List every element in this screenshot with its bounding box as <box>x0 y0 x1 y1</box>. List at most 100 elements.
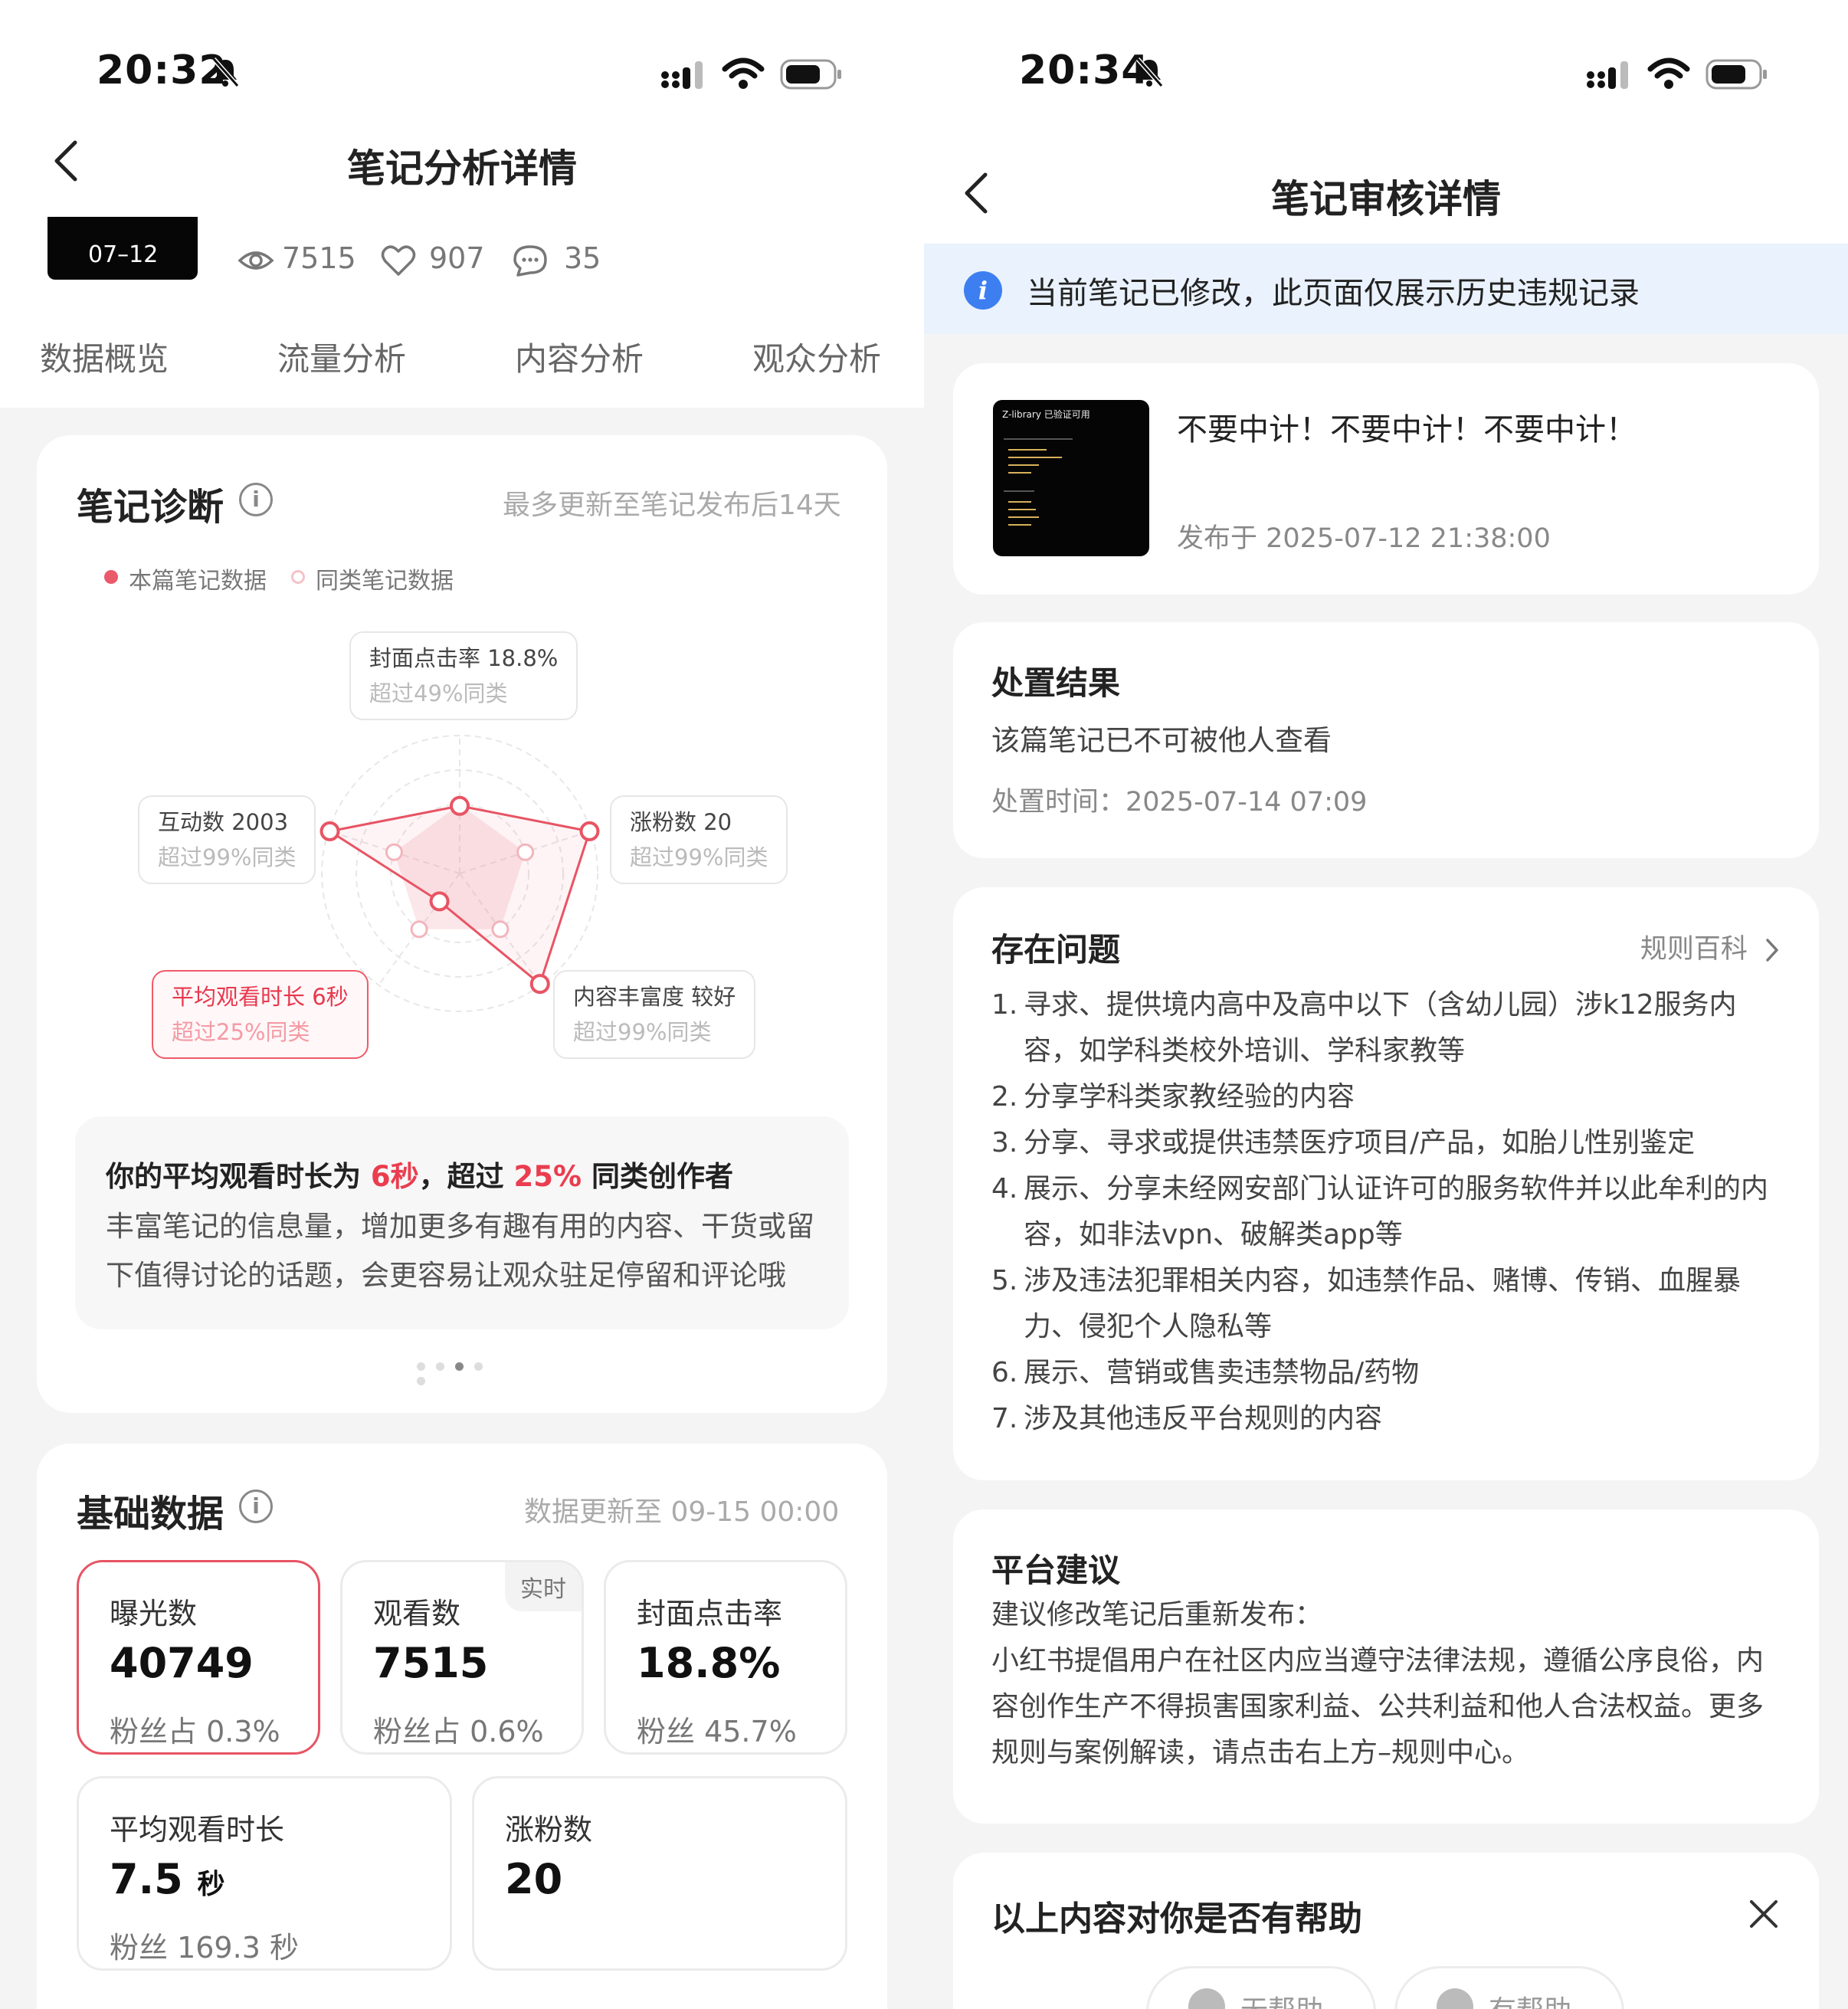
tab-content-analysis[interactable]: 内容分析 <box>515 333 644 380</box>
info-icon: i <box>964 271 1002 310</box>
chevron-right-icon <box>1766 939 1778 962</box>
radar-point-peer <box>410 920 428 939</box>
tab-audience-analysis[interactable]: 观众分析 <box>752 333 881 380</box>
radar-point-peer <box>516 843 535 861</box>
eye-icon <box>238 251 274 270</box>
issue-item: 4. 展示、分享未经网安部门认证许可的服务软件并以此牟利的内容，如非法vpn、破解… <box>991 1173 1769 1250</box>
radar-point-this-note <box>529 974 550 995</box>
note-review-screen: 20:34 笔记审核详情 i 当前笔记已修改，此页面仅展示历史违规记录 Z-li… <box>924 0 1848 2009</box>
issue-item: 1. 寻求、提供境内高中及高中以下（含幼儿园）涉k12服务内容，如学科类校外培训、… <box>991 989 1737 1067</box>
cellular-signal-icon <box>1587 61 1628 89</box>
note-thumbnail-date: 07–12 <box>88 241 159 268</box>
diagnosis-summary-body: 丰富笔记的信息量，增加更多有趣有用的内容、干货或留下值得讨论的话题，会更容易让观… <box>106 1210 814 1292</box>
comments-count: 35 <box>564 241 601 275</box>
radar-label-interactions: 互动数 2003 超过99%同类 <box>138 795 316 884</box>
result-text: 该篇笔记已不可被他人查看 <box>991 724 1332 757</box>
wifi-icon <box>722 57 765 89</box>
radar-point-this-note <box>429 891 450 912</box>
tab-data-overview[interactable]: 数据概览 <box>40 333 169 380</box>
page-title: 笔记分析详情 <box>347 146 577 191</box>
carousel-dot[interactable] <box>455 1362 464 1371</box>
battery-icon <box>1705 59 1767 90</box>
wifi-icon <box>1647 57 1690 89</box>
carousel-dot[interactable] <box>417 1377 425 1385</box>
tab-traffic-analysis[interactable]: 流量分析 <box>277 333 406 380</box>
radar-point-this-note <box>319 821 340 841</box>
advice-title: 平台建议 <box>991 1552 1121 1589</box>
carousel-dot[interactable] <box>417 1362 425 1371</box>
issue-item: 2. 分享学科类家教经验的内容 <box>991 1081 1355 1113</box>
likes-count: 907 <box>429 241 485 275</box>
note-thumbnail: Z-library 已验证可用 <box>993 400 1149 556</box>
page-title: 笔记审核详情 <box>1271 177 1501 221</box>
close-icon[interactable] <box>1748 1899 1779 1929</box>
diagnosis-summary: 你的平均观看时长为 6秒，超过 25% 同类创作者 丰富笔记的信息量，增加更多有… <box>75 1116 849 1329</box>
banner-text: 当前笔记已修改，此页面仅展示历史违规记录 <box>1027 276 1640 311</box>
metric-views[interactable]: 实时 观看数 7515 粉丝占 0.6% <box>340 1560 584 1755</box>
carousel-dot[interactable] <box>474 1362 483 1371</box>
legend-peer-notes: 同类笔记数据 <box>316 568 454 595</box>
basic-data-update-note: 数据更新至 09-15 00:00 <box>524 1496 840 1528</box>
status-time: 20:32 <box>97 48 228 93</box>
radar-label-followers: 涨粉数 20 超过99%同类 <box>610 795 788 884</box>
metric-avg-watch-time[interactable]: 平均观看时长 7.5 秒 粉丝 169.3 秒 <box>77 1776 452 1971</box>
advice-body: 小红书提倡用户在社区内应当遵守法律法规，遵循公序良俗，内容创作生产不得损害国家利… <box>991 1645 1764 1768</box>
status-time: 20:34 <box>1019 48 1150 93</box>
feedback-title: 以上内容对你是否有帮助 <box>991 1899 1362 1939</box>
radar-point-this-note <box>579 821 600 841</box>
result-title: 处置结果 <box>991 664 1121 702</box>
sad-face-icon <box>1188 1988 1225 2009</box>
carousel-dots[interactable] <box>417 1359 509 1385</box>
info-icon[interactable]: i <box>239 1490 273 1523</box>
diagnosis-update-note: 最多更新至笔记发布后14天 <box>503 490 841 521</box>
smile-face-icon <box>1437 1988 1473 2009</box>
radar-point-peer <box>491 920 510 939</box>
issue-item: 3. 分享、寻求或提供违禁医疗项目/产品，如胎儿性别鉴定 <box>991 1127 1696 1159</box>
issue-item: 5. 涉及违法犯罪相关内容，如违禁作品、赌博、传销、血腥暴力、侵犯个人隐私等 <box>991 1265 1742 1342</box>
issues-card: 存在问题 规则百科 1. 寻求、提供境内高中及高中以下（含幼儿园）涉k12服务内容… <box>953 887 1819 1480</box>
radar-point-this-note <box>450 795 470 816</box>
realtime-badge: 实时 <box>505 1562 582 1611</box>
metric-new-followers[interactable]: 涨粉数 20 <box>472 1776 847 1971</box>
advice-text: 建议修改笔记后重新发布： 小红书提倡用户在社区内应当遵守法律法规，遵循公序良俗，… <box>991 1592 1788 1776</box>
feedback-card: 以上内容对你是否有帮助 <box>953 1853 1819 2009</box>
views-count: 7515 <box>282 241 356 275</box>
not-helpful-button[interactable]: 无帮助 <box>1146 1966 1376 2009</box>
issue-item: 6. 展示、营销或售卖违禁物品/药物 <box>991 1357 1420 1388</box>
helpful-button[interactable]: 有帮助 <box>1394 1966 1624 2009</box>
advice-card: 平台建议 建议修改笔记后重新发布： 小红书提倡用户在社区内应当遵守法律法规，遵循… <box>953 1509 1819 1824</box>
status-bar: 20:32 <box>0 0 924 115</box>
radar-series-this-note <box>326 805 591 986</box>
advice-lead: 建议修改笔记后重新发布： <box>991 1599 1323 1630</box>
radar-point-peer <box>385 843 403 861</box>
diagnosis-summary-headline: 你的平均观看时长为 6秒，超过 25% 同类创作者 <box>106 1160 733 1193</box>
issues-title: 存在问题 <box>991 931 1121 968</box>
issue-item: 7. 涉及其他违反平台规则的内容 <box>991 1403 1383 1434</box>
note-card[interactable]: Z-library 已验证可用 不要中计！不要中计！不要中计！ 发布于 2025… <box>953 363 1819 595</box>
metric-cover-ctr[interactable]: 封面点击率 18.8% 粉丝 45.7% <box>604 1560 847 1755</box>
note-thumbnail-text: Z-library 已验证可用 <box>1002 409 1090 420</box>
legend-peer-dot <box>291 570 305 584</box>
comment-bubble-icon <box>513 245 547 277</box>
radar-label-content-richness: 内容丰富度 较好 超过99%同类 <box>553 970 756 1059</box>
result-time: 处置时间：2025-07-14 07:09 <box>991 787 1368 818</box>
cellular-signal-icon <box>661 61 703 89</box>
mute-bell-icon <box>211 57 240 87</box>
basic-data-title: 基础数据 <box>77 1493 224 1535</box>
history-notice-banner: i 当前笔记已修改，此页面仅展示历史违规记录 <box>924 244 1848 334</box>
status-bar: 20:34 <box>924 0 1848 115</box>
radar-label-avg-watch-time[interactable]: 平均观看时长 6秒 超过25%同类 <box>152 970 369 1059</box>
note-publish-date: 发布于 2025-07-12 21:38:00 <box>1177 523 1551 554</box>
battery-icon <box>780 59 841 90</box>
note-title: 不要中计！不要中计！不要中计！ <box>1177 412 1637 447</box>
heart-icon <box>381 245 416 276</box>
note-analysis-screen: 20:32 笔记分析详情 07–12 7515 907 35 数据概览 流量分析… <box>0 0 924 2009</box>
rules-wiki-link[interactable]: 规则百科 <box>1640 927 1781 966</box>
diagnosis-title: 笔记诊断 <box>77 486 224 529</box>
mute-bell-icon <box>1135 57 1164 87</box>
carousel-dot[interactable] <box>436 1362 444 1371</box>
info-icon[interactable]: i <box>239 483 273 516</box>
metric-impressions[interactable]: 曝光数 40749 粉丝占 0.3% <box>77 1560 320 1755</box>
radar-label-cover-ctr: 封面点击率 18.8% 超过49%同类 <box>349 631 578 720</box>
legend-this-note-dot <box>104 570 118 584</box>
